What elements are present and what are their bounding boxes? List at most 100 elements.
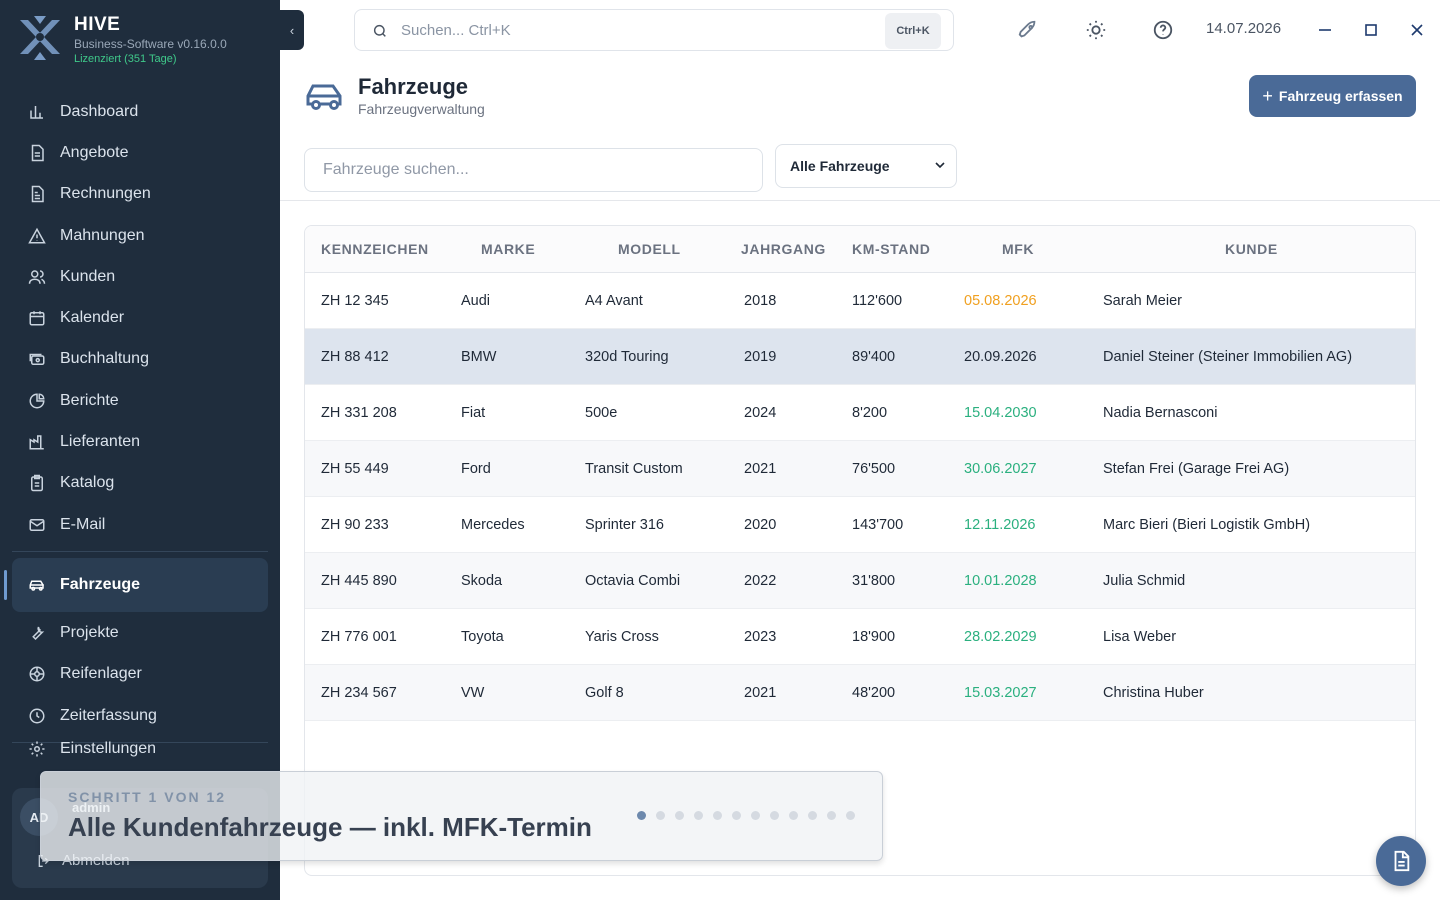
- tour-dot[interactable]: [637, 811, 646, 820]
- factory-icon: [29, 435, 44, 450]
- column-header-mfk[interactable]: MFK: [1002, 241, 1034, 257]
- cell-jahrgang: 2021: [744, 460, 777, 477]
- sidebar-item-katalog[interactable]: Katalog: [12, 463, 268, 504]
- app-name: HIVE: [74, 14, 121, 35]
- tour-dot[interactable]: [675, 811, 684, 820]
- sidebar-item-label: Mahnungen: [60, 226, 145, 244]
- sidebar-item-rechnungen[interactable]: Rechnungen: [12, 174, 268, 215]
- tour-dot[interactable]: [827, 811, 836, 820]
- onboarding-tour-card: SCHRITT 1 VON 12 Alle Kundenfahrzeuge — …: [40, 771, 883, 861]
- tour-dot[interactable]: [808, 811, 817, 820]
- cell-kennzeichen: ZH 88 412: [321, 348, 389, 365]
- global-search-input[interactable]: Suchen... Ctrl+K Ctrl+K: [354, 9, 954, 51]
- column-header-marke[interactable]: MARKE: [481, 241, 535, 257]
- cell-jahrgang: 2018: [744, 292, 777, 309]
- car-icon: [306, 84, 342, 110]
- chevron-left-icon: ‹: [289, 22, 295, 38]
- tour-dot[interactable]: [694, 811, 703, 820]
- column-header-jahrgang[interactable]: JAHRGANG: [741, 241, 826, 257]
- sidebar-item-kunden[interactable]: Kunden: [12, 256, 268, 297]
- app-version: Business-Software v0.16.0.0: [74, 37, 227, 51]
- sidebar-item-dashboard[interactable]: Dashboard: [12, 91, 268, 132]
- sidebar-item-kalender[interactable]: Kalender: [12, 297, 268, 338]
- sidebar-item-label: Projekte: [60, 623, 119, 641]
- column-header-km-stand[interactable]: KM-STAND: [852, 241, 930, 257]
- cell-km-stand: 143'700: [852, 516, 904, 533]
- chart-bar-icon: [30, 105, 43, 119]
- document-fab-button[interactable]: [1376, 836, 1426, 886]
- tour-dot[interactable]: [846, 811, 855, 820]
- close-button[interactable]: [1407, 20, 1427, 40]
- tour-dot[interactable]: [713, 811, 722, 820]
- tour-dot[interactable]: [789, 811, 798, 820]
- sidebar: HIVE Business-Software v0.16.0.0 Lizenzi…: [0, 0, 280, 900]
- sidebar-item-lieferanten[interactable]: Lieferanten: [12, 421, 268, 462]
- tour-dot[interactable]: [732, 811, 741, 820]
- cell-modell: Yaris Cross: [585, 628, 659, 645]
- table-header: KENNZEICHEN MARKE MODELL JAHRGANG KM-STA…: [305, 226, 1415, 273]
- cell-kunde: Marc Bieri (Bieri Logistik GmbH): [1103, 516, 1311, 533]
- sidebar-item-mahnungen[interactable]: Mahnungen: [12, 215, 268, 256]
- sidebar-item-angebote[interactable]: Angebote: [12, 132, 268, 173]
- sidebar-item-label: Buchhaltung: [60, 350, 149, 368]
- cell-jahrgang: 2021: [744, 684, 777, 701]
- cell-kennzeichen: ZH 90 233: [321, 516, 389, 533]
- sidebar-item-projekte[interactable]: Projekte: [12, 612, 268, 653]
- sidebar-collapse-button[interactable]: ‹: [280, 10, 304, 50]
- cell-kennzeichen: ZH 55 449: [321, 460, 389, 477]
- sidebar-item-label: Angebote: [60, 143, 129, 161]
- page-header: Fahrzeuge Fahrzeugverwaltung: [304, 74, 485, 118]
- table-row[interactable]: ZH 445 890 Skoda Octavia Combi 2022 31'800 10…: [305, 553, 1415, 609]
- cell-mfk: 30.06.2027: [964, 460, 1037, 477]
- cell-km-stand: 31'800: [852, 572, 896, 589]
- cell-km-stand: 18'900: [852, 628, 896, 645]
- tour-dot[interactable]: [656, 811, 665, 820]
- minimize-icon: [1319, 29, 1331, 31]
- sidebar-item-einstellungen[interactable]: Einstellungen: [12, 728, 268, 769]
- cell-marke: BMW: [461, 348, 497, 365]
- table-row[interactable]: ZH 331 208 Fiat 500e 2024 8'200 15.04.2030 Nad…: [305, 385, 1415, 441]
- sidebar-item-fahrzeuge[interactable]: Fahrzeuge: [4, 558, 268, 613]
- table-row[interactable]: ZH 88 412 BMW 320d Touring 2019 89'400 20.09.…: [305, 329, 1415, 385]
- tour-dot[interactable]: [751, 811, 760, 820]
- column-header-modell[interactable]: MODELL: [618, 241, 681, 257]
- vehicle-filter-select[interactable]: Alle Fahrzeuge: [775, 144, 957, 188]
- maximize-button[interactable]: [1361, 20, 1381, 40]
- sidebar-settings[interactable]: Einstellungen: [12, 728, 268, 769]
- sidebar-item-label: Berichte: [60, 391, 119, 409]
- table-row[interactable]: ZH 90 233 Mercedes Sprinter 316 2020 143'700…: [305, 497, 1415, 553]
- close-icon: [1411, 24, 1423, 36]
- cell-modell: Golf 8: [585, 684, 624, 701]
- help-icon[interactable]: [1151, 18, 1175, 42]
- table-row[interactable]: ZH 776 001 Toyota Yaris Cross 2023 18'900 28.…: [305, 609, 1415, 665]
- sidebar-item-email[interactable]: E-Mail: [12, 504, 268, 545]
- rocket-icon[interactable]: [1016, 18, 1040, 42]
- cell-kennzeichen: ZH 234 567: [321, 684, 397, 701]
- cash-icon: [29, 354, 45, 366]
- sidebar-item-buchhaltung[interactable]: Buchhaltung: [12, 339, 268, 380]
- cell-kennzeichen: ZH 445 890: [321, 572, 397, 589]
- tour-step-label: SCHRITT 1 VON 12: [68, 789, 227, 805]
- column-header-kennzeichen[interactable]: KENNZEICHEN: [321, 241, 429, 257]
- table-body: ZH 12 345 Audi A4 Avant 2018 112'600 05.08.20…: [305, 273, 1415, 721]
- column-header-kunde[interactable]: KUNDE: [1225, 241, 1278, 257]
- sidebar-item-label: Kalender: [60, 309, 125, 327]
- table-row[interactable]: ZH 234 567 VW Golf 8 2021 48'200 15.03.2027 Ch…: [305, 665, 1415, 721]
- add-vehicle-button[interactable]: + Fahrzeug erfassen: [1249, 75, 1416, 117]
- maximize-icon: [1365, 24, 1377, 36]
- brand: HIVE Business-Software v0.16.0.0 Lizenzi…: [16, 14, 227, 66]
- cell-kunde: Christina Huber: [1103, 684, 1204, 701]
- clock-icon: [29, 708, 45, 723]
- search-shortcut-badge: Ctrl+K: [885, 13, 941, 49]
- table-row[interactable]: ZH 12 345 Audi A4 Avant 2018 112'600 05.08.20…: [305, 273, 1415, 329]
- divider: [280, 200, 1440, 201]
- tour-dot[interactable]: [770, 811, 779, 820]
- vehicle-search-input[interactable]: Fahrzeuge suchen...: [304, 148, 763, 192]
- sidebar-item-reifenlager[interactable]: Reifenlager: [12, 654, 268, 695]
- sidebar-item-berichte[interactable]: Berichte: [12, 380, 268, 421]
- minimize-button[interactable]: [1315, 20, 1335, 40]
- sun-icon[interactable]: [1084, 18, 1108, 42]
- table-row[interactable]: ZH 55 449 Ford Transit Custom 2021 76'500 30.…: [305, 441, 1415, 497]
- calendar-icon: [29, 311, 45, 326]
- gear-icon: [29, 741, 45, 757]
